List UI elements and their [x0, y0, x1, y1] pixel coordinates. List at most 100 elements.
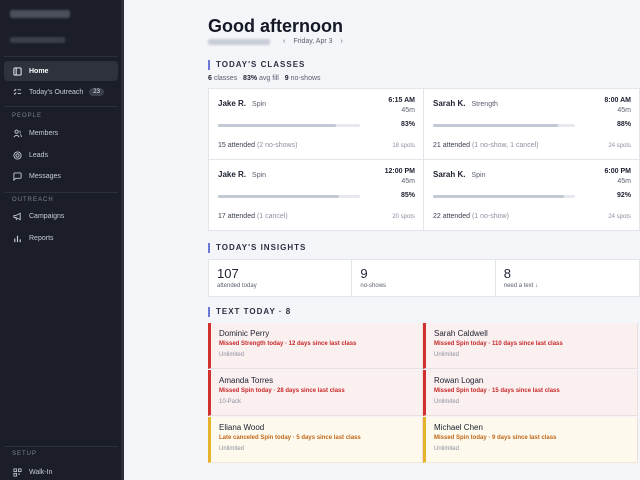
class-attended: 17 attended (1 cancel) — [218, 213, 288, 220]
class-time: 6:00 PM — [604, 168, 631, 175]
class-count-label: classes — [213, 75, 238, 82]
member-text-card[interactable]: Amanda Torres Missed Spin today · 28 day… — [208, 370, 423, 416]
sidebar-item-label: Members — [29, 129, 59, 137]
main-content: Good afternoon ‹ Friday, Apr 3 › TODAY'S… — [124, 0, 640, 480]
class-coach: Jake R. Spin — [218, 170, 267, 179]
fill-progress-bar — [218, 195, 360, 198]
member-plan: Unlimited — [434, 446, 460, 452]
fill-percent: 88% — [616, 121, 631, 128]
sidebar-item-todays-outreach[interactable]: Today's Outreach 23 — [4, 82, 118, 102]
outreach-count-badge: 23 — [89, 88, 104, 96]
class-card[interactable]: Jake R. Spin 6:15 AM 45m 83% 15 attended … — [209, 89, 424, 160]
sidebar-divider — [4, 446, 118, 447]
member-name: Sarah Caldwell — [434, 329, 488, 338]
insight-card[interactable]: 8 need a text ↓ — [496, 260, 639, 296]
insight-value: 107 — [217, 266, 239, 281]
class-type: Spin — [252, 101, 267, 108]
class-coach: Sarah K. Strength — [433, 99, 498, 108]
member-plan: Unlimited — [219, 352, 245, 358]
prev-day-button[interactable]: ‹ — [283, 38, 285, 45]
class-spots: 20 spots — [392, 214, 415, 220]
insight-label: need a text ↓ — [503, 283, 539, 289]
insight-value: 9 — [360, 266, 368, 281]
insight-card[interactable]: 9 no-shows — [352, 260, 496, 296]
sidebar-item-walk-in[interactable]: Walk-In — [4, 462, 118, 480]
noshow-count: 9 — [284, 75, 289, 82]
member-name: Amanda Torres — [219, 376, 274, 385]
member-name: Rowan Logan — [434, 376, 484, 385]
sidebar-item-members[interactable]: Members — [4, 123, 118, 143]
class-spots: 18 spots — [392, 143, 415, 149]
classes-grid: Jake R. Spin 6:15 AM 45m 83% 15 attended … — [208, 88, 640, 231]
megaphone-icon — [12, 211, 22, 221]
class-duration: 45m — [401, 178, 415, 185]
class-duration: 45m — [617, 178, 631, 185]
sidebar-item-messages[interactable]: Messages — [4, 166, 118, 186]
insights-row: 107 attended today 9 no-shows 8 need a t… — [208, 259, 640, 297]
member-text-card[interactable]: Michael Chen Missed Spin today · 9 days … — [423, 417, 638, 463]
class-card[interactable]: Sarah K. Strength 8:00 AM 45m 88% 21 atte… — [424, 89, 639, 160]
fill-progress-bar — [218, 124, 360, 127]
fill-percent: 85% — [400, 192, 415, 199]
fill-progress-bar — [433, 124, 575, 127]
class-duration: 45m — [401, 107, 415, 114]
member-plan: Unlimited — [434, 352, 460, 358]
insight-label: no-shows — [360, 283, 387, 289]
checklist-icon — [12, 87, 22, 97]
sidebar-item-reports[interactable]: Reports — [4, 228, 118, 248]
class-coach: Jake R. Spin — [218, 99, 267, 108]
home-icon — [12, 66, 22, 76]
sidebar-item-label: Home — [29, 67, 49, 75]
next-day-button[interactable]: › — [341, 38, 343, 45]
sidebar-item-label: Today's Outreach — [29, 88, 84, 96]
class-count: 6 — [208, 75, 212, 82]
current-date: Friday, Apr 3 — [293, 38, 333, 45]
sidebar-item-leads[interactable]: Leads — [4, 145, 118, 165]
sidebar-divider — [4, 56, 118, 57]
sidebar-item-label: Campaigns — [29, 212, 65, 220]
users-icon — [12, 128, 22, 138]
class-attended: 22 attended (1 no-show) — [433, 213, 509, 220]
member-reason: Missed Spin today · 110 days since last … — [434, 341, 563, 347]
insight-value: 8 — [503, 266, 511, 281]
studio-name-blurred — [208, 39, 270, 45]
sidebar-item-label: Messages — [29, 172, 61, 180]
sidebar-item-home[interactable]: Home — [4, 61, 118, 81]
target-icon — [12, 150, 22, 160]
fill-percent: 92% — [616, 192, 631, 199]
sidebar-item-label: Walk-In — [29, 468, 53, 476]
bar-chart-icon — [12, 233, 22, 243]
fill-percent: 83% — [400, 121, 415, 128]
member-text-card[interactable]: Sarah Caldwell Missed Spin today · 110 d… — [423, 323, 638, 369]
sidebar-item-label: Reports — [29, 234, 54, 242]
class-duration: 45m — [617, 107, 631, 114]
insights-section-title: TODAY'S INSIGHTS — [208, 243, 306, 253]
noshow-label: no-shows — [290, 75, 321, 82]
text-today-grid: Dominic Perry Missed Strength today · 12… — [208, 323, 640, 463]
class-type: Spin — [252, 172, 267, 179]
class-type: Spin — [471, 172, 486, 179]
chat-icon — [12, 171, 22, 181]
avg-fill-label: avg fill — [259, 75, 279, 82]
member-plan: 10-Pack — [219, 399, 242, 405]
member-text-card[interactable]: Dominic Perry Missed Strength today · 12… — [208, 323, 423, 369]
brand-subtitle-blurred — [10, 37, 65, 43]
member-text-card[interactable]: Rowan Logan Missed Spin today · 15 days … — [423, 370, 638, 416]
member-reason: Late canceled Spin today · 5 days since … — [219, 435, 361, 441]
class-time: 6:15 AM — [388, 97, 415, 104]
class-type: Strength — [471, 101, 498, 108]
member-reason: Missed Spin today · 9 days since last cl… — [434, 435, 557, 441]
member-text-card[interactable]: Eliana Wood Late canceled Spin today · 5… — [208, 417, 423, 463]
class-spots: 24 spots — [608, 143, 631, 149]
class-card[interactable]: Sarah K. Spin 6:00 PM 45m 92% 22 attended… — [424, 160, 639, 231]
class-card[interactable]: Jake R. Spin 12:00 PM 45m 85% 17 attended… — [209, 160, 424, 231]
insight-label: attended today — [217, 283, 257, 289]
fill-progress-bar — [433, 195, 575, 198]
page-title: Good afternoon — [208, 16, 343, 36]
qr-icon — [12, 467, 22, 477]
sidebar-item-campaigns[interactable]: Campaigns — [4, 206, 118, 226]
member-name: Michael Chen — [434, 423, 483, 432]
insight-card[interactable]: 107 attended today — [209, 260, 353, 296]
member-plan: Unlimited — [219, 446, 245, 452]
member-name: Dominic Perry — [219, 329, 270, 338]
